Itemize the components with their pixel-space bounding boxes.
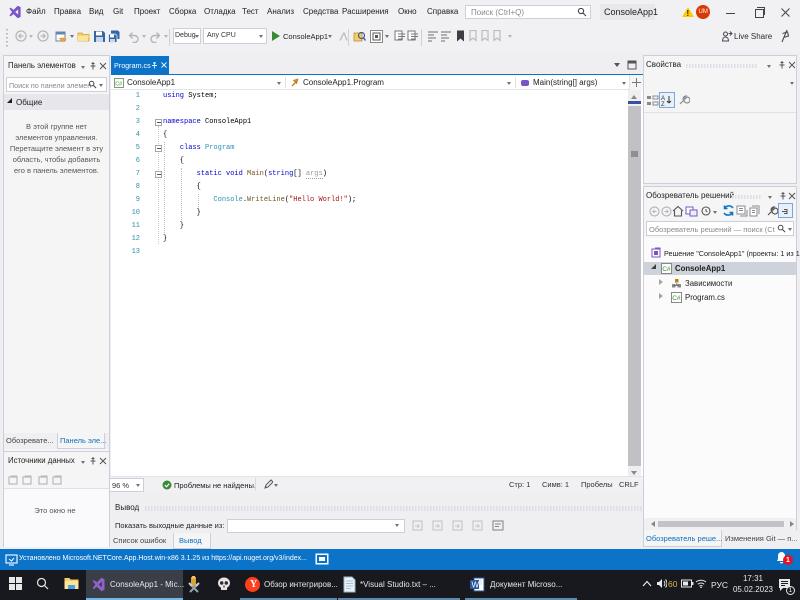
svg-text:C#: C# <box>672 295 681 302</box>
svg-text:C#: C# <box>662 266 671 273</box>
svg-text:C#: C# <box>115 82 123 88</box>
svg-text:W: W <box>472 581 480 590</box>
svg-text:Z: Z <box>661 102 665 106</box>
